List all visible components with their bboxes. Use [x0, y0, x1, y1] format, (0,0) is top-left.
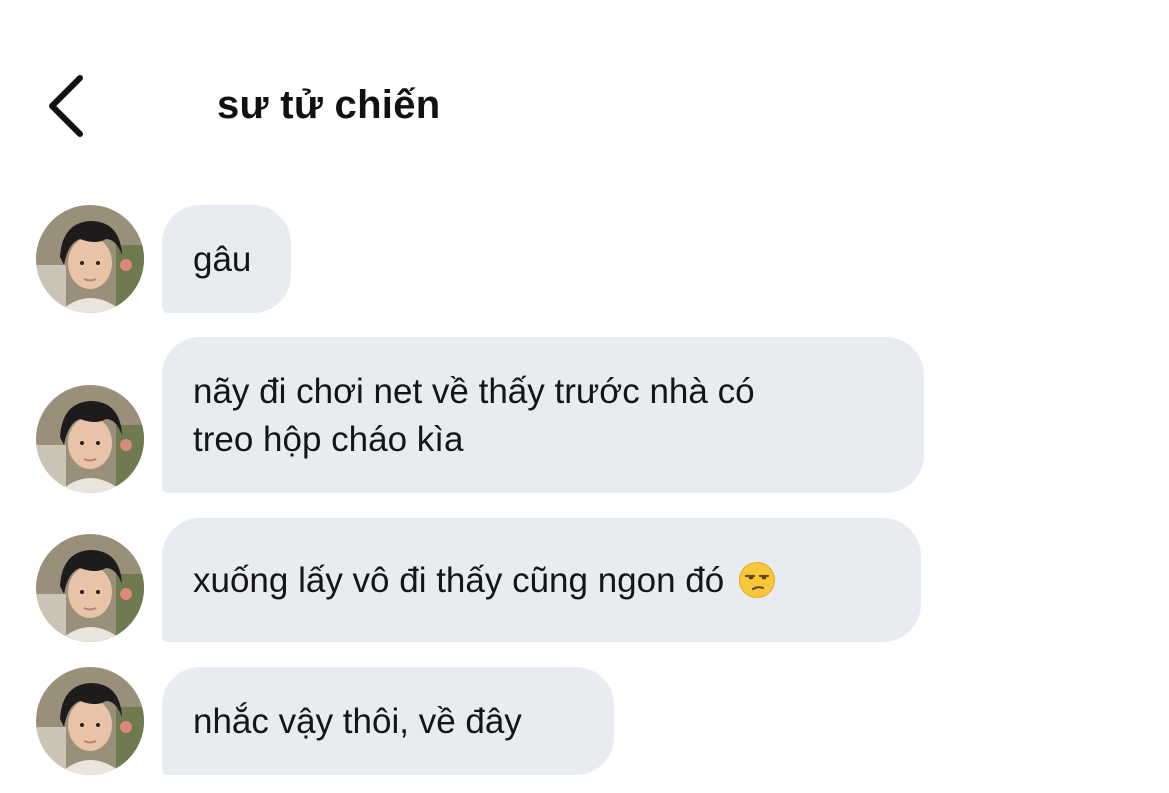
sender-avatar[interactable]	[36, 667, 144, 775]
message-text: xuống lấy vô đi thấy cũng ngon đó	[193, 561, 725, 600]
message-text-line: treo hộp cháo kìa	[193, 420, 464, 459]
message-bubble[interactable]: xuống lấy vô đi thấy cũng ngon đó	[162, 518, 921, 642]
sender-avatar[interactable]	[36, 534, 144, 642]
unamused-face-icon	[738, 561, 776, 599]
message-text: nhắc vậy thôi, về đây	[193, 702, 522, 741]
message-bubble[interactable]: gâu	[162, 205, 291, 313]
avatar-image	[36, 205, 144, 313]
message-text: gâu	[193, 240, 252, 279]
message-list: gâu nãy đi chơi net về thấy trước nhà có…	[0, 0, 1169, 793]
avatar-image	[36, 534, 144, 642]
avatar-image	[36, 667, 144, 775]
sender-avatar[interactable]	[36, 205, 144, 313]
avatar-image	[36, 385, 144, 493]
sender-avatar[interactable]	[36, 385, 144, 493]
message-bubble[interactable]: nãy đi chơi net về thấy trước nhà có tre…	[162, 337, 924, 493]
message-bubble[interactable]: nhắc vậy thôi, về đây	[162, 667, 614, 775]
message-text-line: nãy đi chơi net về thấy trước nhà có	[193, 372, 755, 411]
